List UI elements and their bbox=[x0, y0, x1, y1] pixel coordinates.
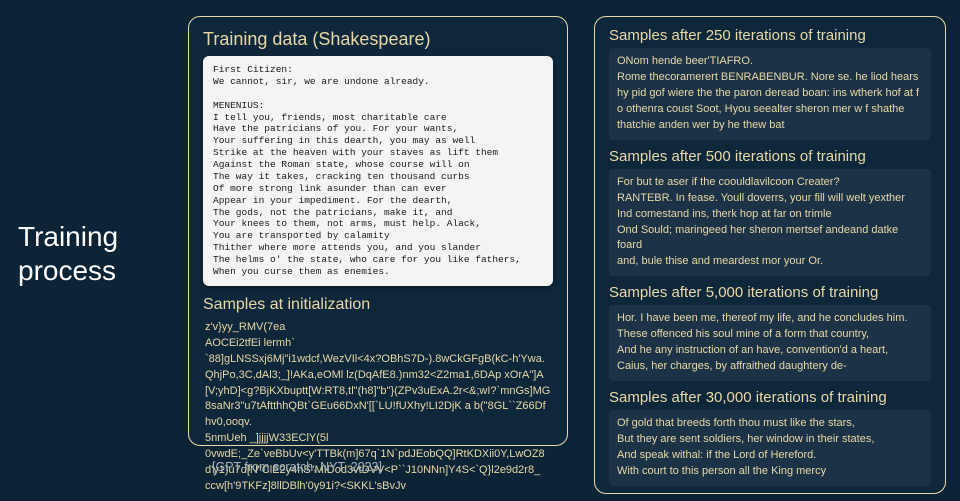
heading-samples-500: Samples after 500 iterations of training bbox=[609, 148, 931, 165]
sample-500: For but te aser if the coouldlavilcoon C… bbox=[609, 169, 931, 277]
heading-samples-5000: Samples after 5,000 iterations of traini… bbox=[609, 284, 931, 301]
sample-250: ONom hende beer'TIAFRO. Rome thecoramere… bbox=[609, 48, 931, 140]
heading-samples-250: Samples after 250 iterations of training bbox=[609, 27, 931, 44]
sample-5000: Hor. I have been me, thereof my life, an… bbox=[609, 305, 931, 381]
shakespeare-text: First Citizen: We cannot, sir, we are un… bbox=[203, 56, 553, 286]
slide-title: Trainingprocess bbox=[18, 220, 118, 287]
panel-training-data: Training data (Shakespeare) First Citize… bbox=[188, 16, 568, 446]
heading-samples-30000: Samples after 30,000 iterations of train… bbox=[609, 389, 931, 406]
sample-30000: Of gold that breeds forth thou must like… bbox=[609, 410, 931, 486]
heading-samples-init: Samples at initialization bbox=[203, 296, 553, 314]
heading-training-data: Training data (Shakespeare) bbox=[203, 29, 553, 50]
slide-root: Trainingprocess Training data (Shakespea… bbox=[0, 0, 960, 501]
panel-samples: Samples after 250 iterations of training… bbox=[594, 16, 946, 494]
citation: [GPT from scratch, NYT, 2023] bbox=[212, 460, 382, 474]
